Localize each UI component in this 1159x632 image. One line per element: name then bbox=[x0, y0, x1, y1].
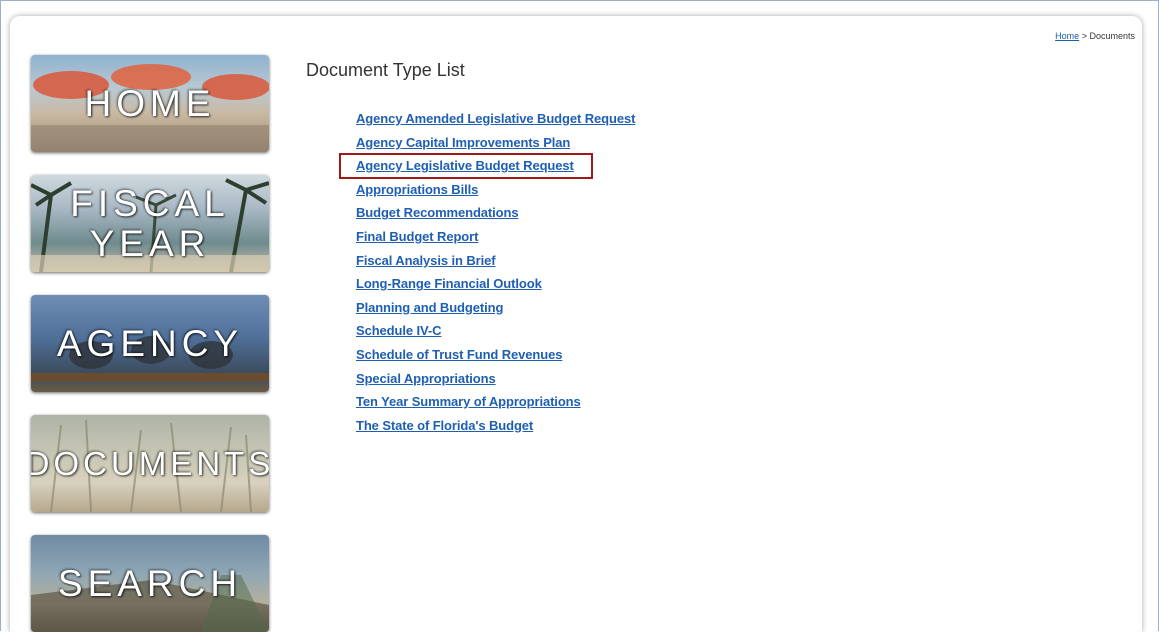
list-item: Long-Range Financial Outlook bbox=[356, 275, 635, 299]
nav-tile-agency[interactable]: AGENCY bbox=[31, 295, 269, 392]
document-link[interactable]: Fiscal Analysis in Brief bbox=[356, 253, 496, 268]
breadcrumb-separator: > bbox=[1081, 31, 1087, 41]
list-item: Final Budget Report bbox=[356, 228, 635, 252]
list-item: Budget Recommendations bbox=[356, 204, 635, 228]
list-item: Agency Amended Legislative Budget Reques… bbox=[356, 110, 635, 134]
document-link[interactable]: Schedule of Trust Fund Revenues bbox=[356, 347, 562, 362]
list-item: Agency Legislative Budget Request bbox=[356, 157, 635, 181]
document-link[interactable]: Schedule IV-C bbox=[356, 323, 441, 338]
list-item: Fiscal Analysis in Brief bbox=[356, 252, 635, 276]
document-link[interactable]: Appropriations Bills bbox=[356, 182, 478, 197]
document-link[interactable]: Budget Recommendations bbox=[356, 205, 519, 220]
document-link[interactable]: Agency Capital Improvements Plan bbox=[356, 135, 570, 150]
document-link-highlighted[interactable]: Agency Legislative Budget Request bbox=[356, 158, 574, 173]
list-item: Special Appropriations bbox=[356, 370, 635, 394]
document-link[interactable]: Special Appropriations bbox=[356, 371, 496, 386]
nav-tile-label: DOCUMENTS bbox=[31, 444, 269, 482]
nav-tile-documents[interactable]: DOCUMENTS bbox=[31, 415, 269, 512]
nav-tile-fiscal-year[interactable]: FISCAL YEAR bbox=[31, 175, 269, 272]
page-title: Document Type List bbox=[306, 60, 465, 80]
breadcrumb-home-link[interactable]: Home bbox=[1055, 31, 1079, 41]
nav-tile-label: AGENCY bbox=[56, 322, 244, 364]
list-item: Schedule IV-C bbox=[356, 322, 635, 346]
document-type-list: Agency Amended Legislative Budget Reques… bbox=[356, 110, 635, 440]
list-item: Appropriations Bills bbox=[356, 181, 635, 205]
document-link[interactable]: Planning and Budgeting bbox=[356, 300, 503, 315]
list-item: Planning and Budgeting bbox=[356, 299, 635, 323]
breadcrumb: Home > Documents bbox=[1055, 31, 1135, 41]
breadcrumb-current: Documents bbox=[1089, 31, 1135, 41]
nav-tile-home[interactable]: HOME bbox=[31, 55, 269, 152]
document-link[interactable]: Agency Amended Legislative Budget Reques… bbox=[356, 111, 635, 126]
nav-tile-search[interactable]: SEARCH bbox=[31, 535, 269, 632]
document-link[interactable]: Long-Range Financial Outlook bbox=[356, 276, 542, 291]
list-item: The State of Florida's Budget bbox=[356, 417, 635, 441]
document-link[interactable]: The State of Florida's Budget bbox=[356, 418, 533, 433]
nav-tile-label: FISCAL YEAR bbox=[70, 182, 230, 264]
nav-tile-label: SEARCH bbox=[57, 562, 243, 604]
document-link[interactable]: Ten Year Summary of Appropriations bbox=[356, 394, 581, 409]
document-link[interactable]: Final Budget Report bbox=[356, 229, 478, 244]
list-item: Ten Year Summary of Appropriations bbox=[356, 393, 635, 417]
list-item: Schedule of Trust Fund Revenues bbox=[356, 346, 635, 370]
nav-tile-label: HOME bbox=[84, 82, 216, 124]
